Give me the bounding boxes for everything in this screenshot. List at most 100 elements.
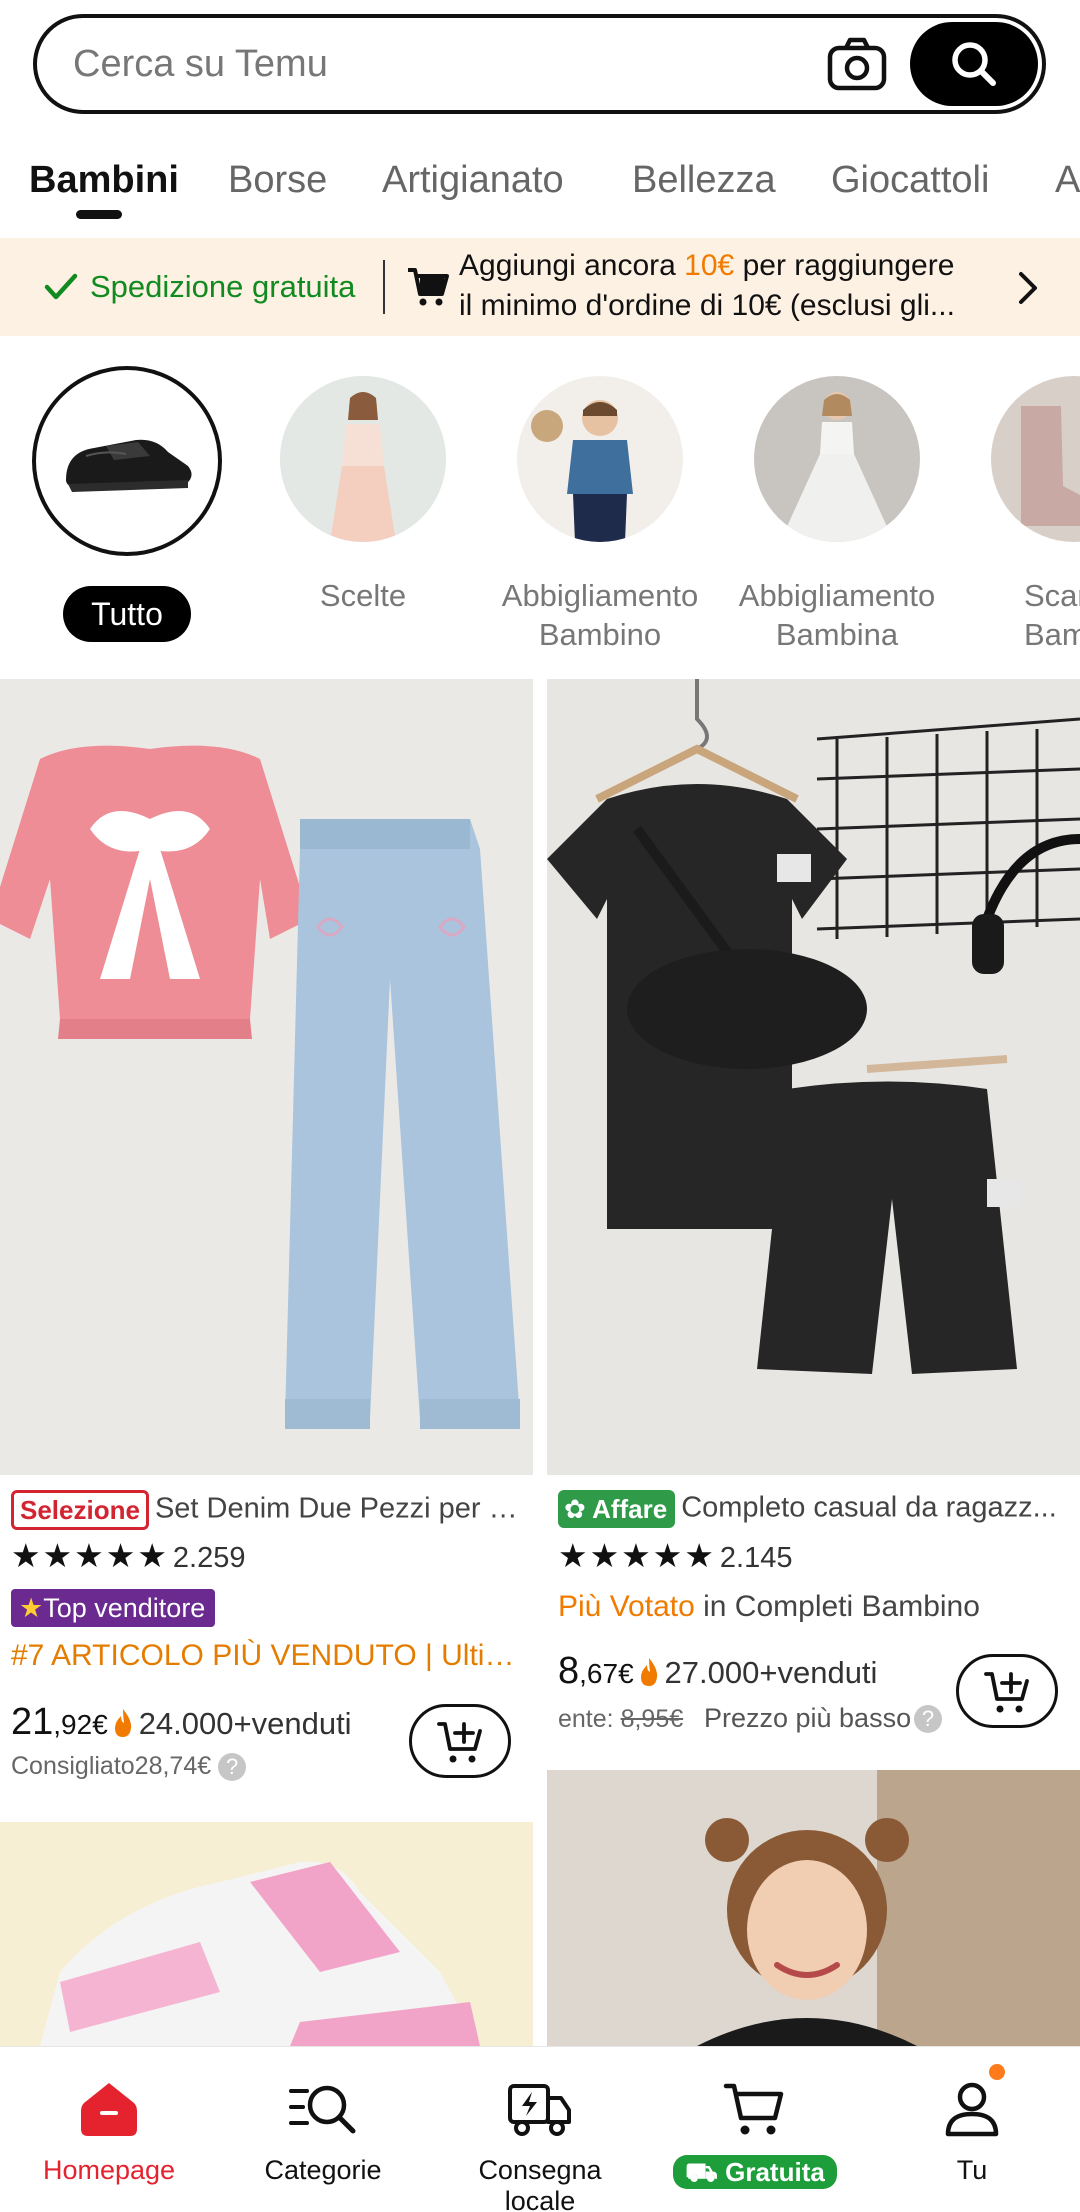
recommended-price-text: Consigliato28,74€	[11, 1752, 212, 1780]
product-image[interactable]	[547, 679, 1080, 1475]
bestseller-rank[interactable]: #7 ARTICOLO PIÙ VENDUTO | Ultim...	[11, 1639, 521, 1673]
star-icon: ★	[19, 1593, 44, 1623]
truck-icon: ⛟	[685, 2157, 718, 2187]
category-scelte[interactable]: Scelte	[263, 366, 463, 615]
product-title[interactable]: Selezione Set Denim Due Pezzi per R...	[11, 1490, 521, 1530]
girl-outfit-image	[280, 376, 446, 542]
prev-price-label: ente:	[558, 1705, 621, 1733]
rating-count: 2.259	[172, 1542, 246, 1574]
nav-tu[interactable]: Tu	[872, 2047, 1072, 2186]
selection-badge: Selezione	[11, 1490, 149, 1530]
free-shipping-label: Spedizione gratuita	[90, 269, 356, 304]
tab-artigianato[interactable]: Artigianato	[382, 150, 564, 210]
category-label-bambina: Abbigliamento Bambina	[738, 578, 936, 652]
category-label-bambino: Abbigliamento Bambino	[501, 578, 699, 652]
divider	[383, 260, 385, 314]
category-image	[754, 376, 920, 542]
help-icon[interactable]: ?	[218, 1753, 247, 1782]
free-shipping: Spedizione gratuita	[44, 238, 355, 336]
category-carousel: Tutto Scelte Abbigliamento Bambino Abbig…	[0, 366, 1080, 656]
recommended-price: Consigliato28,74€ ?	[11, 1752, 247, 1782]
home-icon	[81, 2083, 137, 2136]
category-abbigliamento-bambina[interactable]: Abbigliamento Bambina	[737, 366, 937, 654]
boy-outfit-image	[517, 376, 683, 542]
girl-portrait-image[interactable]	[547, 1770, 1080, 2046]
product-card[interactable]	[0, 1822, 533, 2046]
star-rating-icon: ★★★★★	[558, 1537, 716, 1574]
rating-count: 2.145	[719, 1542, 793, 1574]
category-image	[991, 376, 1080, 542]
affare-badge: ✿ Affare	[558, 1490, 676, 1528]
star-rating-icon: ★★★★★	[11, 1537, 169, 1574]
nav-label-categorie: Categorie	[264, 2155, 382, 2185]
checkmark-icon	[44, 273, 78, 300]
tab-bambini[interactable]: Bambini	[29, 150, 179, 210]
chevron-right-icon[interactable]	[1016, 270, 1040, 306]
denim-set-image	[0, 679, 533, 1475]
category-image	[517, 376, 683, 542]
boots-image	[991, 376, 1080, 542]
tab-active-indicator	[76, 210, 122, 219]
flame-icon	[641, 1658, 658, 1686]
product-card[interactable]: ✿ Affare Completo casual da ragazz... ★★★…	[547, 679, 1080, 1769]
rank-suffix: in Completi Bambino	[694, 1590, 980, 1623]
price-decimal: ,67€	[579, 1658, 634, 1689]
product-card[interactable]: Selezione Set Denim Due Pezzi per R... ★★…	[0, 679, 533, 1819]
search-button[interactable]	[910, 22, 1038, 106]
category-image	[280, 376, 446, 542]
sold-count: 24.000+venduti	[138, 1706, 352, 1741]
free-shipping-badge: ⛟ Gratuita	[673, 2155, 837, 2189]
flame-icon	[115, 1709, 132, 1737]
price-history: ente: 8,95€ Prezzo più basso	[558, 1703, 948, 1734]
product-card[interactable]	[547, 1770, 1080, 2046]
add-to-cart-icon	[984, 1672, 1029, 1713]
tab-bellezza[interactable]: Bellezza	[632, 150, 776, 210]
category-tabs: Bambini Borse Artigianato Bellezza Gioca…	[0, 150, 1080, 230]
sneaker-image[interactable]	[0, 1822, 533, 2046]
nav-label-gratuita: Gratuita	[725, 2157, 825, 2187]
girl-dress-image	[754, 376, 920, 542]
nav-label-homepage: Homepage	[42, 2155, 176, 2185]
price-decimal: ,92€	[53, 1709, 108, 1740]
price-integer: 8	[558, 1650, 580, 1692]
tab-giocattoli[interactable]: Giocattoli	[831, 150, 989, 210]
nav-homepage[interactable]: Homepage	[9, 2047, 209, 2186]
nav-carrello[interactable]: ⛟ Gratuita	[655, 2047, 855, 2189]
category-label-scarpe: Scar Bamb	[1024, 578, 1080, 652]
shipping-banner[interactable]: Spedizione gratuita Aggiungi ancora 10€ …	[0, 238, 1080, 336]
rating: ★★★★★ 2.145	[558, 1536, 793, 1575]
nav-label-consegna: Consegna locale	[478, 2155, 602, 2212]
price-integer: 21	[11, 1701, 54, 1743]
category-label-tutto: Tutto	[63, 586, 191, 642]
search-bar[interactable]	[33, 14, 1046, 114]
bottom-navigation: Homepage Categorie Consegna locale ⛟ Gra…	[0, 2046, 1080, 2212]
rating: ★★★★★ 2.259	[11, 1536, 246, 1575]
black-outfit-image	[547, 679, 1080, 1475]
top-seller-badge: ★Top venditore	[11, 1589, 216, 1627]
product-title[interactable]: ✿ Affare Completo casual da ragazz...	[558, 1490, 1068, 1528]
add-to-cart-button[interactable]	[956, 1654, 1058, 1728]
help-icon[interactable]: ?	[914, 1705, 942, 1733]
nav-categorie[interactable]: Categorie	[223, 2047, 423, 2186]
category-rank[interactable]: Più Votato in Completi Bambino	[558, 1590, 980, 1624]
min-order-text: Aggiungi ancora 10€ per raggiungere il m…	[459, 246, 999, 326]
nav-consegna-locale[interactable]: Consegna locale	[440, 2047, 640, 2212]
category-scarpe-bambini[interactable]: Scar Bamb	[974, 366, 1080, 654]
category-abbigliamento-bambino[interactable]: Abbigliamento Bambino	[500, 366, 700, 654]
affare-label: Affare	[592, 1494, 668, 1524]
price-row: 21,92€ 24.000+venduti	[11, 1701, 352, 1744]
banner-text-pre: Aggiungi ancora	[459, 249, 685, 282]
shoe-image	[46, 380, 208, 542]
add-to-cart-button[interactable]	[409, 1704, 511, 1778]
tab-overflow[interactable]: A	[1055, 150, 1080, 210]
camera-icon[interactable]	[827, 36, 887, 92]
search-input[interactable]	[73, 18, 773, 110]
rank-prefix: Più Votato	[558, 1590, 695, 1623]
nav-label-tu: Tu	[956, 2155, 988, 2185]
prev-price: 8,95€	[620, 1705, 684, 1733]
category-image	[32, 366, 222, 556]
tab-borse[interactable]: Borse	[228, 150, 327, 210]
product-image[interactable]	[0, 679, 533, 1475]
category-tutto[interactable]: Tutto	[27, 366, 227, 642]
sold-count: 27.000+venduti	[664, 1655, 878, 1690]
